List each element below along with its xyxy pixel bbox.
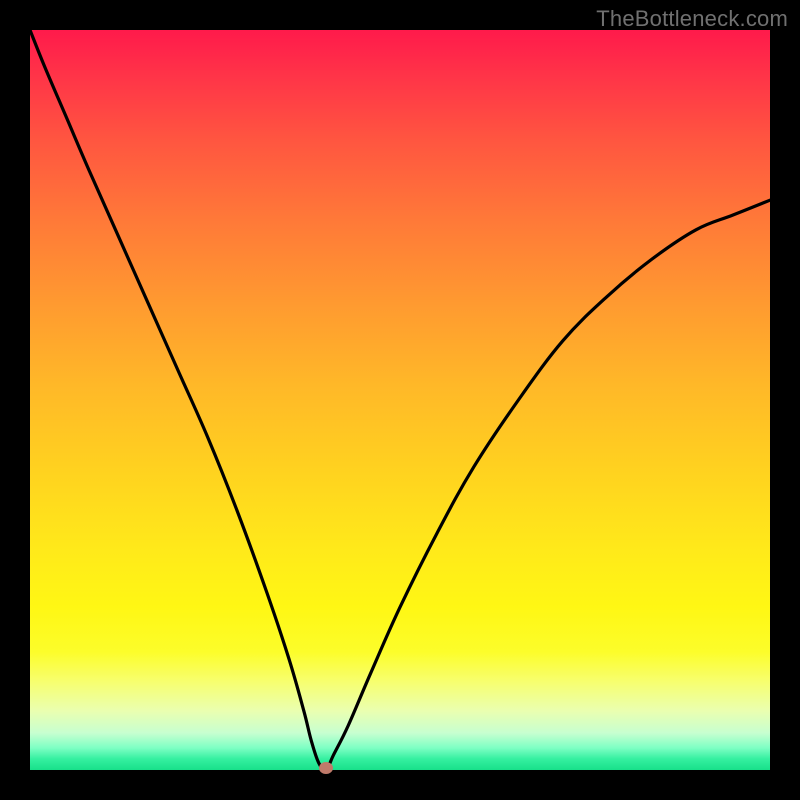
gradient-plot-area (30, 30, 770, 770)
bottleneck-curve (30, 30, 770, 770)
chart-stage: TheBottleneck.com (0, 0, 800, 800)
watermark-text: TheBottleneck.com (596, 6, 788, 32)
optimum-marker (319, 762, 333, 774)
